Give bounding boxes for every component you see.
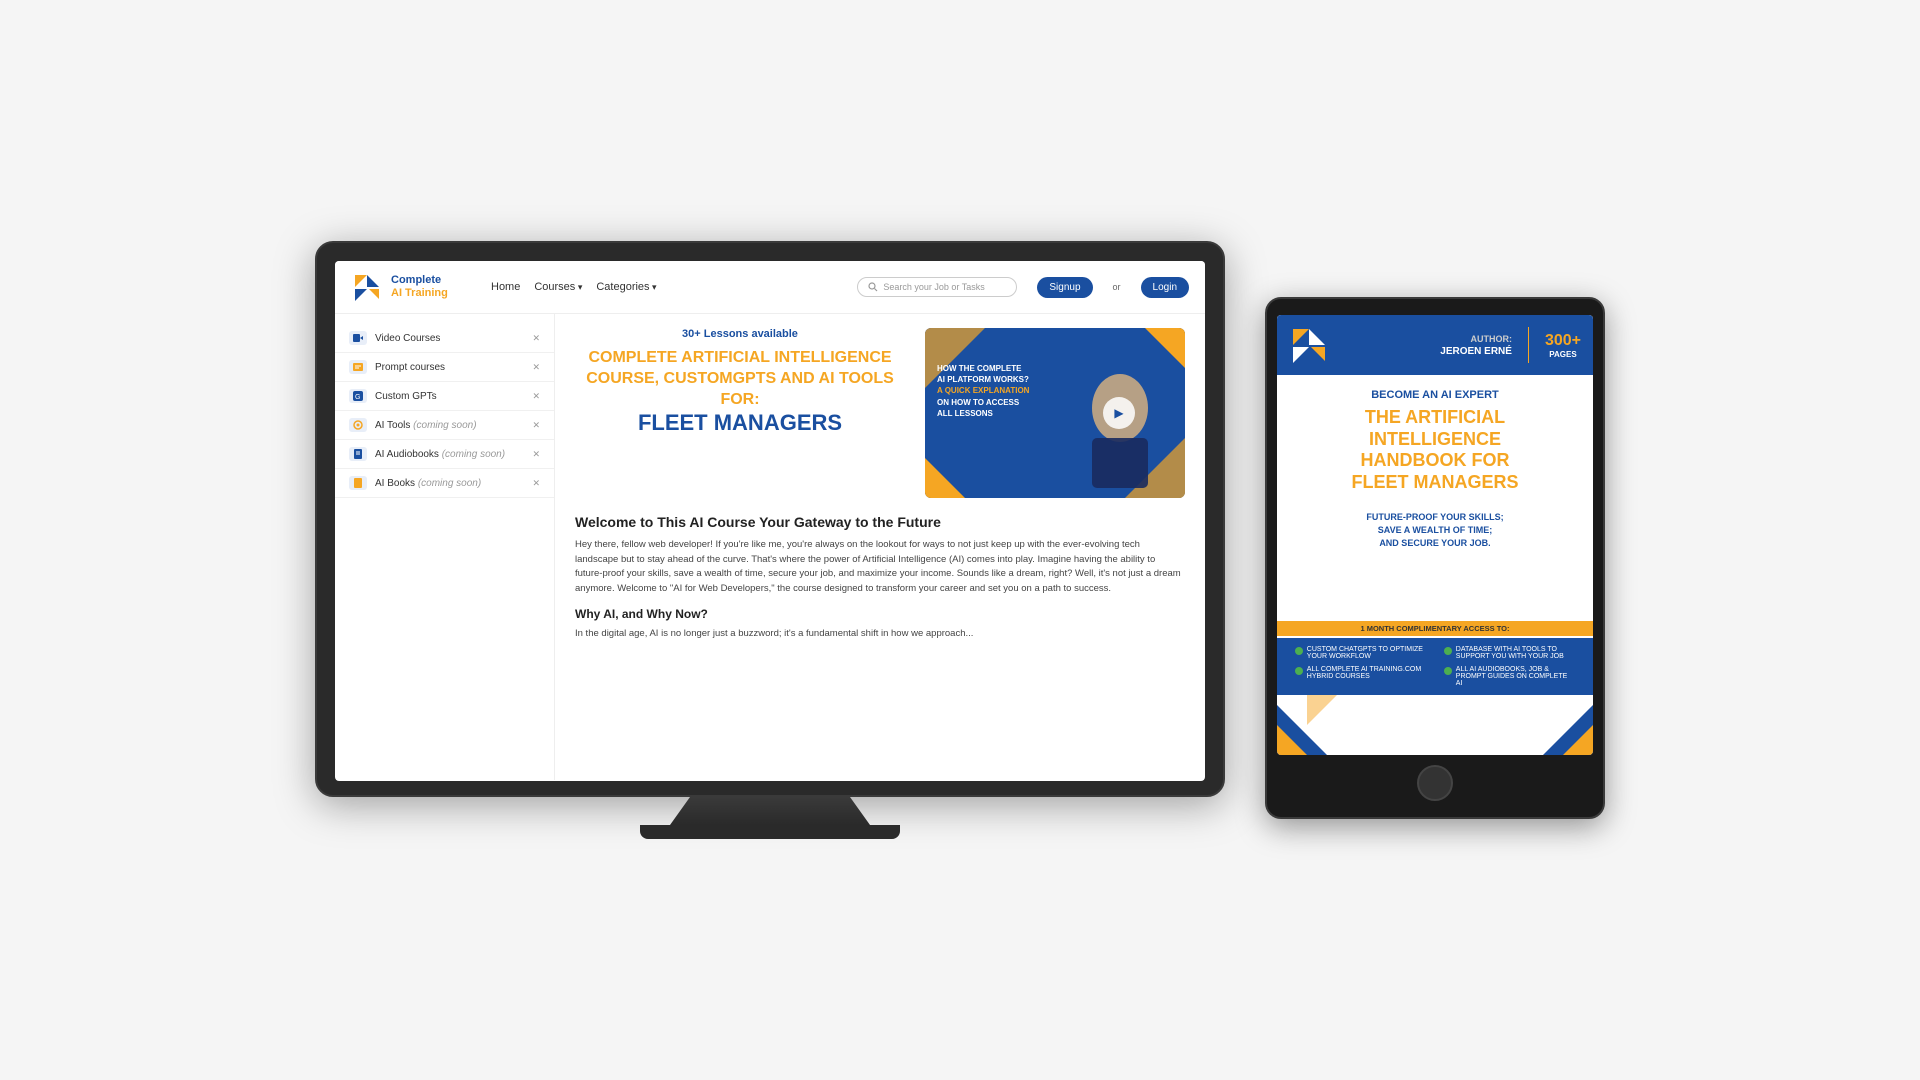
monitor-stand [670, 797, 870, 825]
nav-courses[interactable]: Courses [534, 281, 582, 293]
signup-button[interactable]: Signup [1037, 277, 1092, 298]
logo-area: Complete AI Training [351, 271, 471, 303]
tablet-header-strip: AUTHOR: JEROEN ERNÉ 300+ PAGES [1277, 315, 1593, 375]
hero-title-orange: COMPLETE ARTIFICIAL INTELLIGENCE COURSE,… [575, 348, 905, 410]
monitor-screen: Complete AI Training Home Courses Catego… [335, 261, 1205, 781]
article-body-1: Hey there, fellow web developer! If you'… [575, 538, 1185, 597]
hero-video-thumbnail[interactable]: HOW THE COMPLETE AI PLATFORM WORKS? A QU… [925, 328, 1185, 498]
monitor-body: Complete AI Training Home Courses Catego… [315, 241, 1225, 797]
sidebar-close-icon-6[interactable]: ✕ [532, 478, 540, 489]
tablet-body-content: BECOME AN AI EXPERT THE ARTIFICIAL INTEL… [1277, 375, 1593, 621]
tablet-deco-area [1277, 695, 1593, 755]
search-icon [868, 282, 878, 292]
nav-home[interactable]: Home [491, 281, 520, 293]
hero-title-blue: FLEET MANAGERS [575, 410, 905, 436]
article-body-2: In the digital age, AI is no longer just… [575, 627, 1185, 642]
monitor-wrapper: Complete AI Training Home Courses Catego… [315, 241, 1225, 839]
green-dot-4 [1444, 667, 1452, 675]
tablet-bottom-item-2: DATABASE WITH AI TOOLS TO SUPPORT YOU WI… [1444, 646, 1575, 660]
custom-gpts-icon: G [349, 389, 367, 403]
svg-text:G: G [355, 394, 360, 401]
tablet-home-button[interactable] [1417, 765, 1453, 801]
sidebar-ai-books-label: AI Books (coming soon) [375, 478, 481, 489]
article-heading-1: Welcome to This AI Course Your Gateway t… [575, 514, 1185, 530]
scene: Complete AI Training Home Courses Catego… [315, 241, 1605, 839]
tablet-screen: AUTHOR: JEROEN ERNÉ 300+ PAGES BECOME AN… [1277, 315, 1593, 755]
video-play-button[interactable]: ▶ [1103, 397, 1135, 429]
green-dot-3 [1295, 667, 1303, 675]
sidebar-close-icon-3[interactable]: ✕ [532, 391, 540, 402]
site-main: Video Courses ✕ Prompt courses ✕ [335, 314, 1205, 780]
tablet-pages-label: PAGES [1549, 350, 1576, 359]
sidebar-prompt-courses-label: Prompt courses [375, 362, 445, 373]
hero-left: 30+ Lessons available COMPLETE ARTIFICIA… [575, 328, 905, 498]
search-placeholder: Search your Job or Tasks [883, 282, 984, 292]
hero-section: 30+ Lessons available COMPLETE ARTIFICIA… [575, 328, 1185, 498]
access-banner: 1 MONTH COMPLIMENTARY ACCESS TO: [1277, 621, 1593, 636]
tablet-pages-count: 300+ [1545, 332, 1581, 350]
tablet-cover: AUTHOR: JEROEN ERNÉ 300+ PAGES BECOME AN… [1277, 315, 1593, 755]
article-heading-2: Why AI, and Why Now? [575, 607, 1185, 621]
tablet-bottom-item-3: ALL COMPLETE AI TRAINING.COM HYBRID COUR… [1295, 666, 1426, 687]
sidebar-item-video-courses[interactable]: Video Courses ✕ [335, 324, 554, 353]
sidebar-video-courses-label: Video Courses [375, 333, 440, 344]
green-dot-1 [1295, 647, 1303, 655]
tablet-bottom-item-4: ALL AI AUDIOBOOKS, JOB & PROMPT GUIDES O… [1444, 666, 1575, 687]
tablet-bottom-text-1: CUSTOM CHATGPTS TO OPTIMIZE YOUR WORKFLO… [1307, 646, 1426, 660]
sidebar-close-icon[interactable]: ✕ [532, 333, 540, 344]
tablet-deco-svg [1277, 695, 1593, 755]
sidebar-item-prompt-courses[interactable]: Prompt courses ✕ [335, 353, 554, 382]
tablet-wrapper: AUTHOR: JEROEN ERNÉ 300+ PAGES BECOME AN… [1265, 297, 1605, 819]
tablet-bottom-text-4: ALL AI AUDIOBOOKS, JOB & PROMPT GUIDES O… [1456, 666, 1575, 687]
login-button[interactable]: Login [1141, 277, 1189, 298]
sidebar-ai-audiobooks-label: AI Audiobooks (coming soon) [375, 449, 505, 460]
prompt-courses-icon [349, 360, 367, 374]
sidebar-close-icon-5[interactable]: ✕ [532, 449, 540, 460]
sidebar: Video Courses ✕ Prompt courses ✕ [335, 314, 555, 780]
sidebar-custom-gpts-label: Custom GPTs [375, 391, 437, 402]
content-area: 30+ Lessons available COMPLETE ARTIFICIA… [555, 314, 1205, 780]
sidebar-item-ai-books[interactable]: AI Books (coming soon) ✕ [335, 469, 554, 498]
logo-text: Complete AI Training [391, 274, 448, 300]
video-courses-icon [349, 331, 367, 345]
search-bar[interactable]: Search your Job or Tasks [857, 277, 1017, 297]
tablet-bottom-strip: CUSTOM CHATGPTS TO OPTIMIZE YOUR WORKFLO… [1277, 638, 1593, 695]
tablet-main-title: THE ARTIFICIAL INTELLIGENCE HANDBOOK FOR… [1351, 407, 1518, 493]
tablet-tagline: FUTURE-PROOF YOUR SKILLS; SAVE A WEALTH … [1366, 511, 1503, 549]
nav-links: Home Courses Categories [491, 281, 837, 293]
video-overlay-text: HOW THE COMPLETE AI PLATFORM WORKS? A QU… [937, 363, 1029, 419]
sidebar-item-ai-tools[interactable]: AI Tools (coming soon) ✕ [335, 411, 554, 440]
monitor-base [640, 825, 900, 839]
tablet-logo-icon [1289, 325, 1329, 365]
tablet-bottom-text-2: DATABASE WITH AI TOOLS TO SUPPORT YOU WI… [1456, 646, 1575, 660]
logo-icon [351, 271, 383, 303]
tablet-bottom-text-3: ALL COMPLETE AI TRAINING.COM HYBRID COUR… [1307, 666, 1426, 680]
article-section: Welcome to This AI Course Your Gateway t… [575, 514, 1185, 642]
sidebar-ai-tools-label: AI Tools (coming soon) [375, 420, 477, 431]
sidebar-item-custom-gpts[interactable]: G Custom GPTs ✕ [335, 382, 554, 411]
lessons-badge: 30+ Lessons available [575, 328, 905, 340]
nav-categories[interactable]: Categories [596, 281, 656, 293]
tablet-bottom-item-1: CUSTOM CHATGPTS TO OPTIMIZE YOUR WORKFLO… [1295, 646, 1426, 660]
tablet-author-name: JEROEN ERNÉ [1440, 346, 1512, 357]
sidebar-close-icon-4[interactable]: ✕ [532, 420, 540, 431]
or-label: or [1113, 282, 1121, 292]
ai-audiobooks-icon [349, 447, 367, 461]
sidebar-item-ai-audiobooks[interactable]: AI Audiobooks (coming soon) ✕ [335, 440, 554, 469]
tablet-author-label: AUTHOR: [1470, 334, 1512, 344]
sidebar-close-icon-2[interactable]: ✕ [532, 362, 540, 373]
site-header: Complete AI Training Home Courses Catego… [335, 261, 1205, 314]
tablet-body: AUTHOR: JEROEN ERNÉ 300+ PAGES BECOME AN… [1265, 297, 1605, 819]
green-dot-2 [1444, 647, 1452, 655]
ai-books-icon [349, 476, 367, 490]
ai-tools-icon [349, 418, 367, 432]
tablet-badge: BECOME AN AI EXPERT [1371, 389, 1499, 401]
